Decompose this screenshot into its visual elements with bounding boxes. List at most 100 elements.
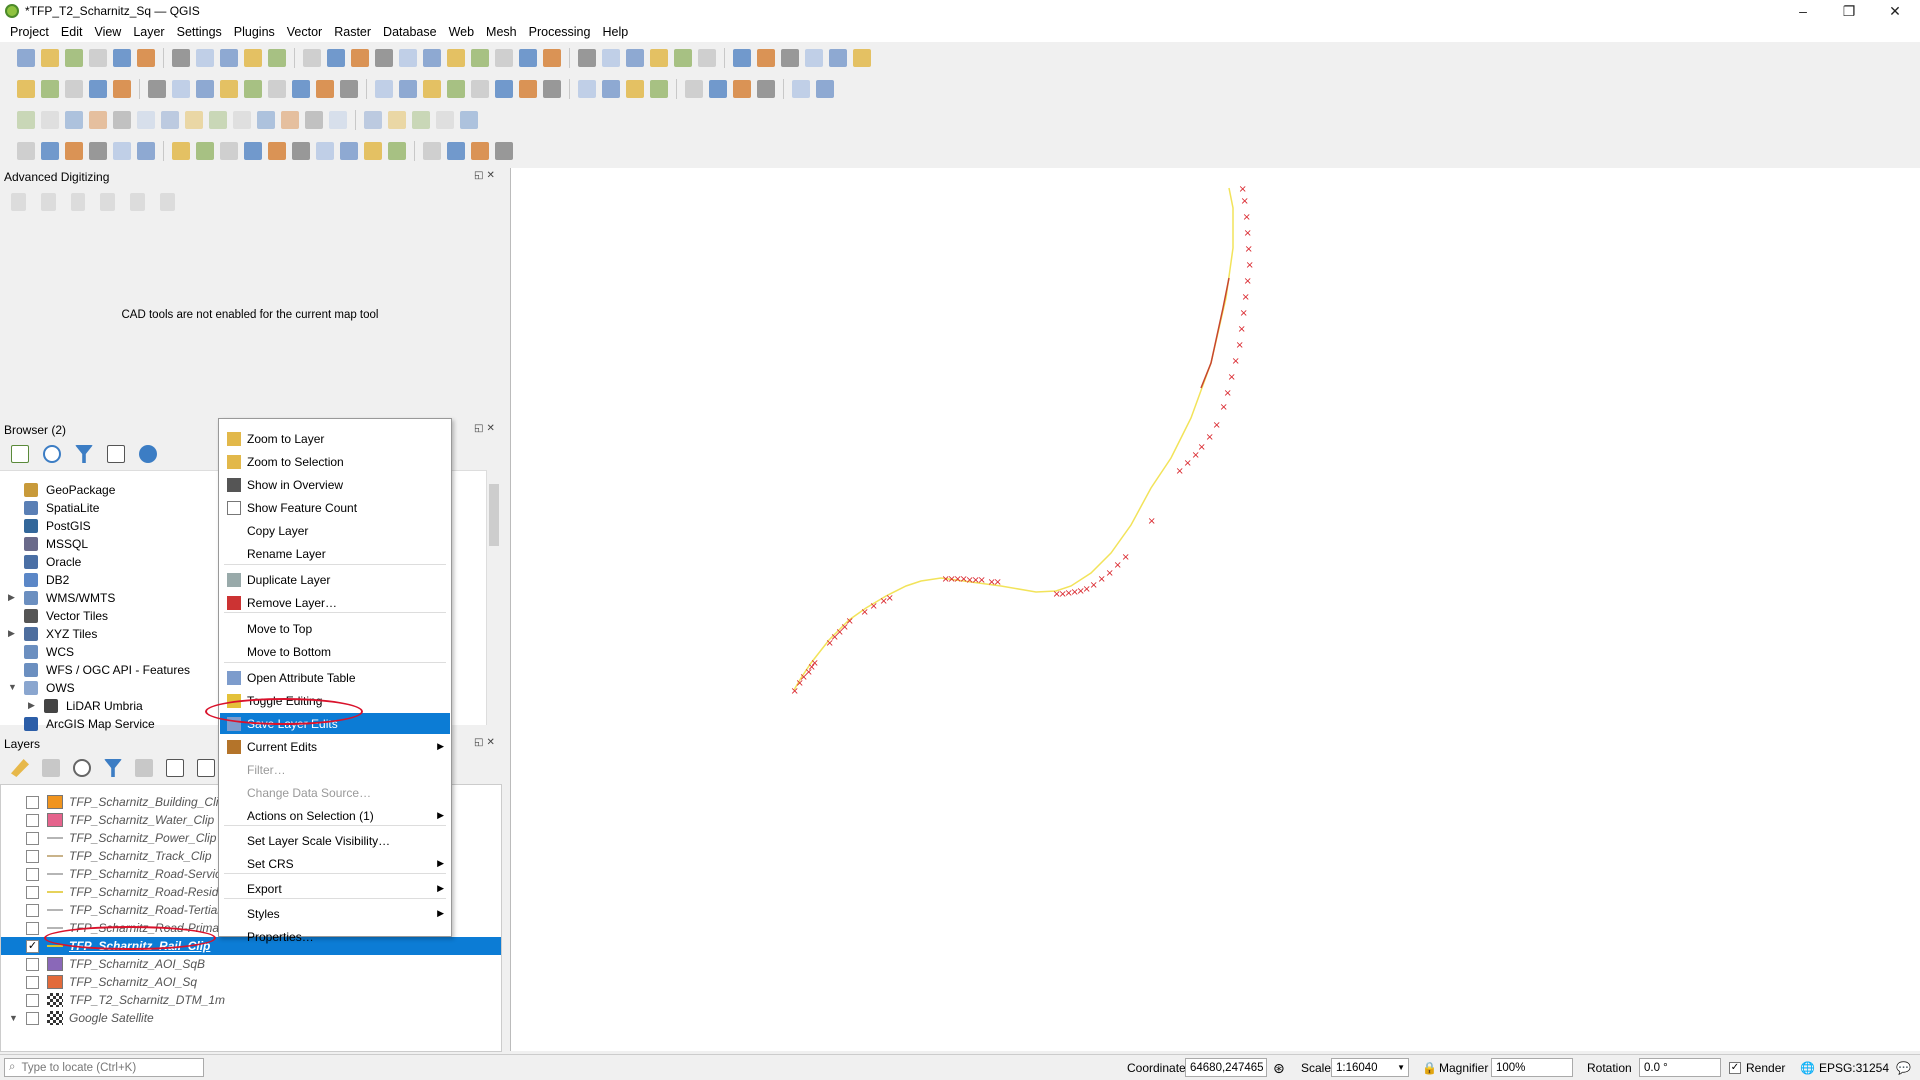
layer-visibility-checkbox[interactable]	[26, 993, 39, 1007]
menu-item-set-crs[interactable]: Set CRS ▶	[220, 853, 450, 874]
toolbar-tool-icon[interactable]	[17, 49, 35, 67]
locator-search-input[interactable]: ⌕ Type to locate (Ctrl+K)	[4, 1058, 204, 1077]
toolbar-tool-icon[interactable]	[281, 111, 299, 129]
toolbar-tool-icon[interactable]	[292, 142, 310, 160]
toolbar-tool-icon[interactable]	[829, 49, 847, 67]
menu-item-styles[interactable]: Styles ▶	[220, 903, 450, 924]
dock-float-close-icon[interactable]: ◱✕	[474, 170, 498, 181]
add-layer-icon[interactable]	[11, 445, 29, 463]
toolbar-tool-icon[interactable]	[447, 142, 465, 160]
menu-settings[interactable]: Settings	[171, 25, 228, 39]
toolbar-tool-icon[interactable]	[161, 111, 179, 129]
toolbar-tool-icon[interactable]	[364, 111, 382, 129]
toolbar-tool-icon[interactable]	[172, 49, 190, 67]
menu-help[interactable]: Help	[596, 25, 634, 39]
toolbar-tool-icon[interactable]	[89, 80, 107, 98]
toolbar-tool-icon[interactable]	[375, 49, 393, 67]
toolbar-tool-icon[interactable]	[113, 111, 131, 129]
toolbar-tool-icon[interactable]	[388, 111, 406, 129]
menu-item-show-feature-count[interactable]: Show Feature Count	[220, 497, 450, 518]
menu-item-export[interactable]: Export ▶	[220, 878, 450, 899]
toolbar-tool-icon[interactable]	[303, 49, 321, 67]
toolbar-tool-icon[interactable]	[113, 142, 131, 160]
menu-item-move-to-bottom[interactable]: Move to Bottom	[220, 641, 450, 662]
layers-dock-close-icon[interactable]: ◱✕	[474, 737, 498, 748]
toolbar-tool-icon[interactable]	[364, 142, 382, 160]
toolbar-tool-icon[interactable]	[436, 111, 454, 129]
toolbar-tool-icon[interactable]	[17, 80, 35, 98]
layer-visibility-checkbox[interactable]	[26, 795, 39, 809]
coordinate-input[interactable]: 64680,247465	[1185, 1058, 1267, 1077]
menu-item-zoom-to-layer[interactable]: Zoom to Layer	[220, 428, 450, 449]
cad-perpendicular-icon[interactable]	[100, 193, 116, 211]
toolbar-tool-icon[interactable]	[327, 49, 345, 67]
toolbar-tool-icon[interactable]	[543, 80, 561, 98]
browser-scroll-thumb[interactable]	[489, 484, 499, 546]
browser-item[interactable]: OWS	[24, 679, 75, 697]
layer-row[interactable]: TFP_T2_Scharnitz_DTM_1m	[1, 991, 501, 1009]
toolbar-tool-icon[interactable]	[65, 142, 83, 160]
layer-visibility-checkbox[interactable]	[26, 1011, 39, 1025]
messages-icon[interactable]: 💬	[1896, 1059, 1911, 1077]
menu-item-set-layer-scale-visibility[interactable]: Set Layer Scale Visibility…	[220, 830, 450, 851]
browser-item[interactable]: WMS/WMTS	[24, 589, 115, 607]
browser-scrollbar[interactable]	[486, 470, 500, 725]
toolbar-tool-icon[interactable]	[292, 80, 310, 98]
toolbar-tool-icon[interactable]	[399, 49, 417, 67]
filter-expression-icon[interactable]	[135, 759, 153, 777]
filter-legend-icon[interactable]	[104, 759, 122, 777]
refresh-icon[interactable]	[43, 445, 61, 463]
toolbar-tool-icon[interactable]	[423, 142, 441, 160]
browser-item[interactable]: SpatiaLite	[24, 499, 99, 517]
toolbar-tool-icon[interactable]	[244, 49, 262, 67]
manage-visibility-icon[interactable]	[73, 759, 91, 777]
browser-item[interactable]: Oracle	[24, 553, 81, 571]
toolbar-tool-icon[interactable]	[113, 80, 131, 98]
toolbar-tool-icon[interactable]	[650, 49, 668, 67]
browser-item[interactable]: MSSQL	[24, 535, 88, 553]
collapse-all-layers-icon[interactable]	[197, 759, 215, 777]
menu-edit[interactable]: Edit	[55, 25, 89, 39]
menu-item-current-edits[interactable]: Current Edits ▶	[220, 736, 450, 757]
toolbar-tool-icon[interactable]	[65, 49, 83, 67]
map-canvas[interactable]: × × × × × × × × × × × × × × × × × × × × × × × × × × × × × × × × × × × × × × × ×…	[510, 168, 1920, 1051]
toolbar-tool-icon[interactable]	[220, 142, 238, 160]
toolbar-tool-icon[interactable]	[685, 80, 703, 98]
cad-construction-icon[interactable]	[40, 193, 56, 211]
filter-icon[interactable]	[75, 445, 93, 463]
toolbar-tool-icon[interactable]	[305, 111, 323, 129]
toolbar-tool-icon[interactable]	[89, 111, 107, 129]
toolbar-tool-icon[interactable]	[816, 80, 834, 98]
toolbar-tool-icon[interactable]	[733, 49, 751, 67]
toolbar-tool-icon[interactable]	[495, 142, 513, 160]
toolbar-tool-icon[interactable]	[113, 49, 131, 67]
rotation-spinbox[interactable]: 0.0 °	[1639, 1058, 1721, 1077]
toolbar-tool-icon[interactable]	[316, 142, 334, 160]
menu-item-copy-layer[interactable]: Copy Layer	[220, 520, 450, 541]
toolbar-tool-icon[interactable]	[340, 80, 358, 98]
toolbar-tool-icon[interactable]	[519, 80, 537, 98]
toolbar-tool-icon[interactable]	[172, 142, 190, 160]
toolbar-tool-icon[interactable]	[137, 49, 155, 67]
lock-icon[interactable]: 🔒	[1422, 1059, 1437, 1077]
chevron-right-icon[interactable]: ▶	[8, 592, 15, 603]
toolbar-tool-icon[interactable]	[340, 142, 358, 160]
toolbar-tool-icon[interactable]	[196, 80, 214, 98]
layer-visibility-checkbox[interactable]	[26, 903, 39, 917]
toolbar-tool-icon[interactable]	[447, 49, 465, 67]
toolbar-tool-icon[interactable]	[41, 142, 59, 160]
toolbar-tool-icon[interactable]	[41, 80, 59, 98]
browser-item[interactable]: Vector Tiles	[24, 607, 108, 625]
menu-processing[interactable]: Processing	[523, 25, 597, 39]
toolbar-tool-icon[interactable]	[733, 80, 751, 98]
toolbar-tool-icon[interactable]	[196, 49, 214, 67]
chevron-down-icon[interactable]: ▼	[9, 1013, 18, 1023]
menu-item-actions-on-selection-1[interactable]: Actions on Selection (1) ▶	[220, 805, 450, 826]
chevron-right-icon[interactable]: ▶	[8, 628, 15, 639]
cad-settings-icon[interactable]	[160, 193, 175, 211]
toolbar-tool-icon[interactable]	[65, 80, 83, 98]
toolbar-tool-icon[interactable]	[388, 142, 406, 160]
toolbar-tool-icon[interactable]	[853, 49, 871, 67]
toolbar-tool-icon[interactable]	[17, 142, 35, 160]
toolbar-tool-icon[interactable]	[412, 111, 430, 129]
